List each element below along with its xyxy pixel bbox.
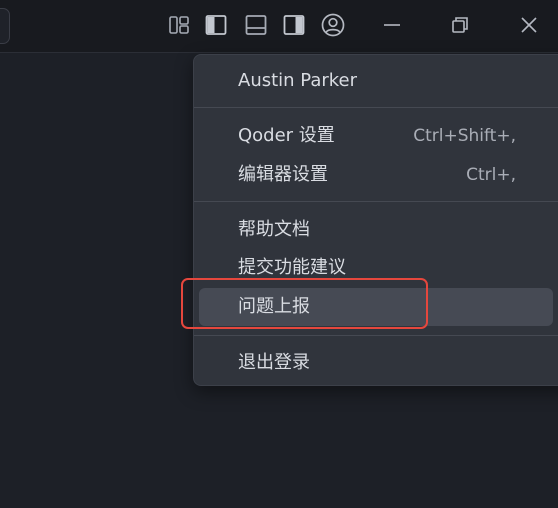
annotation-highlight-box [181, 278, 428, 329]
menu-separator [194, 201, 558, 202]
sign-out-item[interactable]: 退出登录 [199, 344, 553, 382]
toggle-panel-icon[interactable] [244, 13, 268, 37]
help-docs-item[interactable]: 帮助文档 [199, 211, 553, 249]
editor-settings-item[interactable]: 编辑器设置 Ctrl+, [199, 156, 553, 194]
menu-separator [194, 335, 558, 336]
qoder-settings-item[interactable]: Qoder 设置 Ctrl+Shift+, [199, 117, 553, 155]
close-icon[interactable] [517, 13, 541, 37]
restore-icon[interactable] [448, 13, 472, 37]
layout-customize-icon[interactable] [167, 13, 191, 37]
menu-separator [194, 107, 558, 108]
editor-settings-shortcut: Ctrl+, [466, 165, 516, 185]
account-name-label: Austin Parker [238, 70, 358, 91]
title-bar [0, 0, 558, 53]
qoder-settings-shortcut: Ctrl+Shift+, [413, 126, 516, 146]
qoder-settings-label: Qoder 设置 [238, 125, 335, 146]
sign-out-label: 退出登录 [238, 352, 310, 373]
toggle-primary-sidebar-icon[interactable] [204, 13, 228, 37]
app-window: Austin Parker Qoder 设置 Ctrl+Shift+, 编辑器设… [0, 0, 558, 508]
account-name-item[interactable]: Austin Parker [199, 62, 553, 100]
minimize-icon[interactable] [380, 13, 404, 37]
help-docs-label: 帮助文档 [238, 219, 310, 240]
account-icon[interactable] [321, 13, 345, 37]
command-center-search[interactable] [0, 8, 10, 44]
editor-settings-label: 编辑器设置 [238, 164, 328, 185]
account-menu: Austin Parker Qoder 设置 Ctrl+Shift+, 编辑器设… [193, 54, 558, 386]
toggle-secondary-sidebar-icon[interactable] [282, 13, 306, 37]
